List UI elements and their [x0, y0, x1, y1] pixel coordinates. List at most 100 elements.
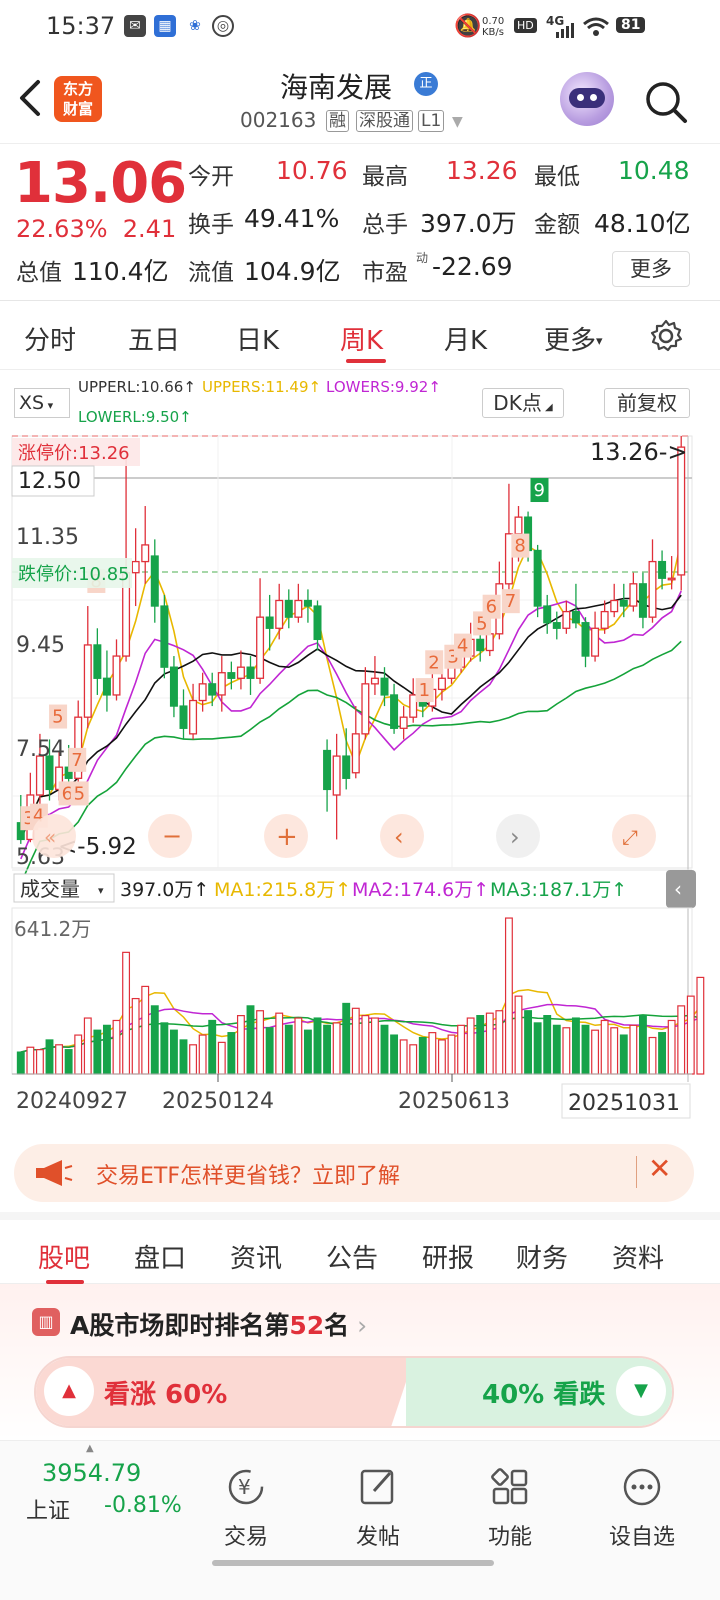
app-icon: ▦ [154, 15, 176, 37]
volume-bar [648, 1036, 657, 1075]
index-widget[interactable]: ▲ 3954.79 上证 -0.81% [0, 1441, 182, 1551]
index-name: 上证 [26, 1499, 71, 1524]
volume-bar [284, 1024, 293, 1075]
next-button[interactable]: › [496, 814, 540, 858]
volume-bar [112, 1019, 121, 1075]
volume-current: 397.0万↑ [120, 879, 209, 901]
tab-five-day[interactable]: 五日 [128, 320, 180, 357]
candle [236, 650, 245, 690]
volume-bar [351, 1007, 360, 1075]
candle [370, 656, 379, 695]
candle [600, 600, 609, 634]
last-price: 13.06 [14, 151, 187, 216]
banner-text[interactable]: 交易ETF怎样更省钱？立即了解 [96, 1158, 400, 1190]
assistant-robot-icon[interactable] [560, 72, 614, 126]
dropdown-icon[interactable]: ▼ [452, 114, 463, 130]
volume-bar [581, 1024, 590, 1075]
volume-bar [131, 997, 140, 1075]
stock-name[interactable]: 海南发展 [280, 66, 392, 106]
volume-bar [591, 1029, 600, 1075]
tab-orderbook[interactable]: 盘口 [134, 1238, 186, 1275]
volume-bar [236, 1015, 245, 1075]
volume-bar [141, 985, 150, 1075]
etf-ad-banner[interactable]: 交易ETF怎样更省钱？立即了解 ✕ [14, 1144, 694, 1202]
svg-text:‹: ‹ [394, 823, 404, 851]
ranking-title[interactable]: A股市场即时排名第52名 › [70, 1306, 367, 1342]
settings-gear-icon[interactable] [648, 318, 684, 354]
volume-select-label: 成交量 [20, 877, 80, 901]
volume-bar [380, 1024, 389, 1075]
tab-weekly-k[interactable]: 周K [340, 320, 383, 357]
volume-ma1: MA1:215.8万↑ [214, 879, 351, 901]
volume-bar [160, 1022, 169, 1075]
volume-axis-top: 641.2万 [14, 917, 91, 941]
candle [629, 572, 638, 612]
scroll-left-button[interactable]: « [32, 814, 76, 858]
candle [581, 617, 590, 668]
volume-bar [342, 1002, 351, 1075]
tab-minute[interactable]: 分时 [24, 320, 76, 357]
candle [160, 594, 169, 679]
more-dots-icon [623, 1468, 661, 1506]
margin-tag: 融 [326, 110, 349, 132]
tab-forum[interactable]: 股吧 [38, 1238, 90, 1275]
candle [284, 589, 293, 629]
low-value: 10.48 [618, 156, 690, 185]
svg-text:⤢: ⤢ [622, 825, 638, 849]
price-axis-label-1: 12.50 [18, 469, 81, 494]
level-tag: L1 [418, 110, 445, 132]
nav-add-watchlist[interactable]: 设自选 [582, 1465, 702, 1551]
volume-bar [428, 1032, 437, 1075]
fullscreen-button[interactable]: ⤢ [612, 814, 656, 858]
zoom-in-button[interactable]: + [264, 814, 308, 858]
tab-announcements[interactable]: 公告 [326, 1238, 378, 1275]
svg-text:9: 9 [534, 480, 545, 501]
status-bar: 15:37 ✉ ▦ ❀ ◎ 🔕 0.70 KB/s HD 4G 81 [0, 0, 720, 58]
ranking-number: 52 [289, 1311, 325, 1340]
price-axis-label-3: 9.45 [16, 633, 65, 658]
tab-monthly-k[interactable]: 月K [444, 320, 487, 357]
volume-bar [543, 1015, 552, 1075]
tab-research[interactable]: 研报 [422, 1238, 474, 1275]
bear-down-icon[interactable]: ▼ [616, 1366, 666, 1416]
trade-yen-icon: ¥ [228, 1469, 264, 1505]
prev-button[interactable]: ‹ [380, 814, 424, 858]
nav-functions-label: 功能 [487, 1525, 532, 1550]
candlestick-chart[interactable]: 3456758123456789 涨停价:13.26 12.50 11.35 跌… [0, 372, 720, 1132]
candle [619, 583, 628, 618]
close-icon[interactable]: ✕ [648, 1152, 671, 1185]
app-logo[interactable]: 东方 财富 [54, 76, 102, 122]
volume-bars-group [16, 917, 705, 1075]
volume-bar [476, 1015, 485, 1075]
back-icon[interactable] [16, 78, 46, 118]
banner-divider [636, 1156, 637, 1188]
zoom-out-button[interactable]: − [148, 814, 192, 858]
volume-bar [217, 1041, 226, 1075]
tab-more[interactable]: 更多▾ [544, 320, 603, 357]
tab-profile[interactable]: 资料 [612, 1238, 664, 1275]
svg-text:‹: ‹ [674, 877, 682, 901]
tab-news[interactable]: 资讯 [230, 1238, 282, 1275]
grid-functions-icon [491, 1468, 528, 1505]
nav-post[interactable]: 发帖 [318, 1465, 438, 1551]
collapse-panel-button[interactable]: ‹ [666, 870, 696, 908]
search-icon[interactable] [644, 80, 688, 124]
tab-finance[interactable]: 财务 [516, 1238, 568, 1275]
tab-more-label: 更多 [544, 326, 597, 356]
dk-buy-marker: 7 [68, 747, 87, 772]
camera-icon: ◎ [212, 15, 234, 37]
nav-functions[interactable]: 功能 [450, 1465, 570, 1551]
index-value: 3954.79 [42, 1459, 142, 1487]
nav-trade-label: 交易 [223, 1525, 268, 1550]
content-tabs: 股吧 盘口 资讯 公告 研报 财务 资料 [0, 1212, 720, 1284]
tab-daily-k[interactable]: 日K [236, 320, 279, 357]
volume-bar [514, 995, 523, 1075]
more-quote-button[interactable]: 更多 [612, 251, 690, 287]
svg-text:−: − [162, 822, 182, 850]
svg-text:2: 2 [428, 652, 439, 673]
volume-bar [45, 1039, 54, 1075]
nav-trade[interactable]: ¥ 交易 [186, 1465, 306, 1551]
bull-up-icon[interactable]: ▲ [44, 1366, 94, 1416]
svg-text:¥: ¥ [238, 1475, 251, 1499]
connect-tag: 深股通 [356, 110, 413, 132]
